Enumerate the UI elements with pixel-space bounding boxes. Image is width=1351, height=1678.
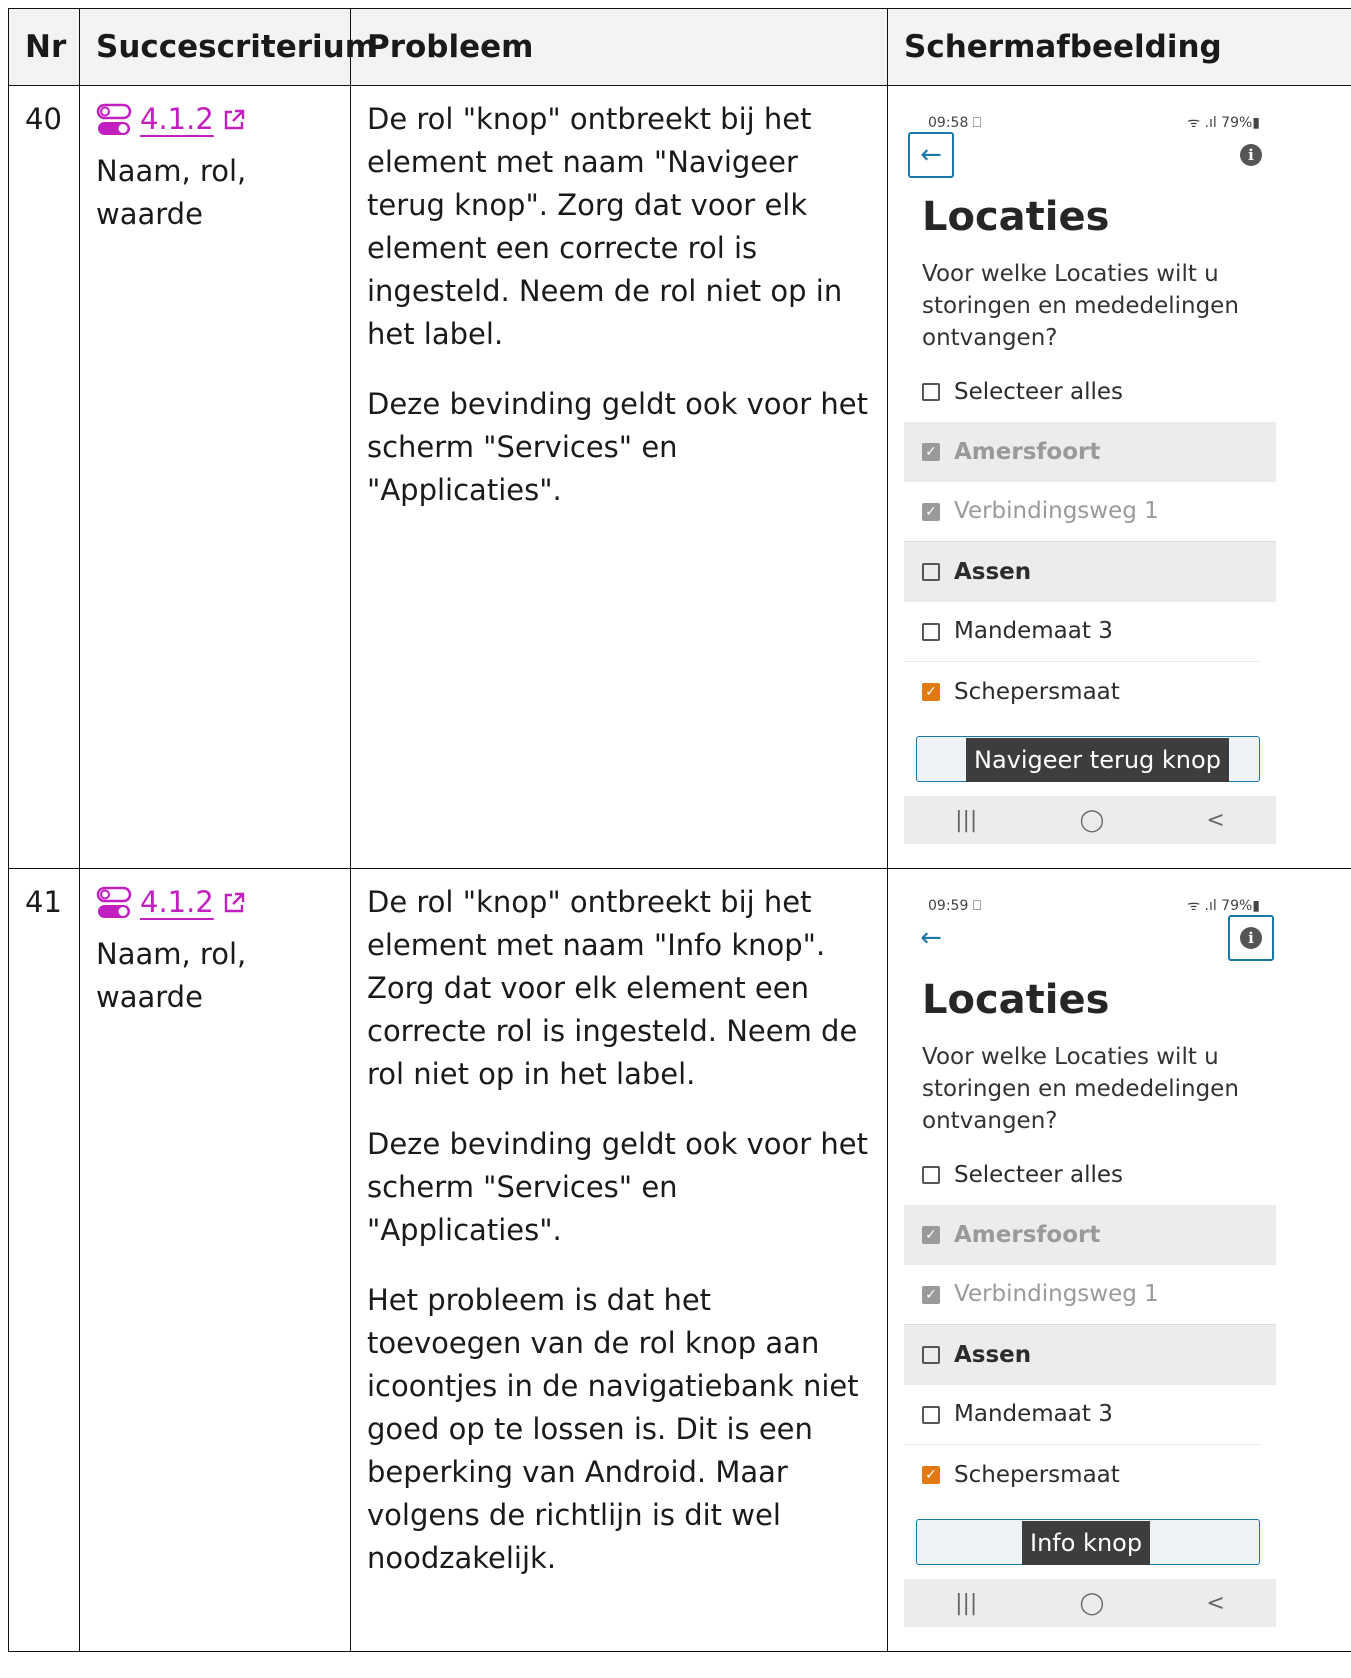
list-item[interactable]: Mandemaat 3	[904, 602, 1262, 662]
phone-description: Voor welke Locaties wilt u storingen en …	[922, 1044, 1239, 1134]
info-icon: i	[1240, 927, 1262, 949]
list-item[interactable]: ✓ Verbindingsweg 1	[904, 482, 1276, 542]
external-link-icon	[224, 109, 244, 129]
table-row: 40 4.1.2 Naam, rol, waarde De rol "knop"…	[8, 85, 1351, 869]
findings-table: Nr Succescriterium Probleem Schermafbeel…	[8, 8, 1351, 1652]
checkbox-checked-icon: ✓	[922, 683, 940, 701]
select-all-checkbox[interactable]: Selecteer alles	[904, 1145, 1276, 1205]
android-nav-bar: ||| ◯ <	[904, 796, 1276, 844]
select-all-label: Selecteer alles	[954, 1161, 1124, 1188]
list-item[interactable]: ✓ Schepersmaat	[904, 662, 1276, 722]
list-item[interactable]: ✓ Schepersmaat	[904, 1445, 1276, 1505]
header-screenshot: Schermafbeelding	[887, 8, 1351, 86]
item-label: Schepersmaat	[954, 678, 1120, 705]
checkbox-icon	[922, 622, 940, 641]
group-assen[interactable]: Assen	[904, 542, 1276, 602]
phone-page-title: Locaties	[922, 194, 1110, 240]
checkbox-icon	[922, 563, 940, 581]
checkbox-checked-icon: ✓	[922, 1226, 940, 1244]
android-nav-bar: ||| ◯ <	[904, 1579, 1276, 1627]
phone-page-title: Locaties	[922, 977, 1110, 1023]
problem-paragraph: Deze bevinding geldt ook voor het scherm…	[367, 387, 868, 507]
info-button[interactable]: i	[1228, 915, 1274, 961]
recents-icon[interactable]: |||	[955, 1582, 977, 1625]
back-icon[interactable]: <	[1206, 799, 1224, 842]
checkbox-checked-icon: ✓	[922, 502, 940, 521]
checkbox-icon	[922, 1346, 940, 1364]
header-nr: Nr	[8, 8, 80, 86]
tooltip: Navigeer terug knop	[966, 738, 1229, 782]
home-icon[interactable]: ◯	[1080, 1582, 1105, 1625]
location-list: Selecteer alles ✓ Amersfoort ✓ Verbindin…	[904, 1145, 1276, 1505]
recents-icon[interactable]: |||	[955, 799, 977, 842]
back-arrow-icon[interactable]: ←	[908, 915, 954, 961]
checkbox-icon	[922, 383, 940, 401]
header-criterion: Succescriterium	[79, 8, 377, 86]
criterion-number: 4.1.2	[140, 102, 214, 136]
criterion-link[interactable]: 4.1.2	[96, 881, 246, 924]
criterion-name: Naam, rol, waarde	[96, 153, 247, 231]
checkbox-checked-icon: ✓	[922, 443, 940, 461]
problem-paragraph: De rol "knop" ontbreekt bij het element …	[367, 885, 858, 1091]
info-button[interactable]: i	[1228, 132, 1274, 178]
problem-paragraph: Deze bevinding geldt ook voor het scherm…	[367, 1127, 868, 1247]
screenshot-cell: 09:59 ⎕ ᯤ .ıl 79%▮ ← i Locaties Voor wel…	[887, 868, 1351, 1652]
info-icon: i	[1240, 144, 1262, 166]
back-arrow-icon[interactable]: ←	[908, 132, 954, 178]
item-label: Verbindingsweg 1	[954, 1281, 1159, 1307]
home-icon[interactable]: ◯	[1080, 799, 1105, 842]
item-label: Verbindingsweg 1	[954, 498, 1159, 524]
problem-cell: De rol "knop" ontbreekt bij het element …	[350, 868, 888, 1652]
checkbox-checked-icon: ✓	[922, 1466, 940, 1484]
problem-cell: De rol "knop" ontbreekt bij het element …	[350, 85, 888, 869]
toggle-icon	[96, 886, 132, 918]
group-label: Assen	[954, 558, 1032, 585]
problem-paragraph: De rol "knop" ontbreekt bij het element …	[367, 102, 843, 351]
checkbox-checked-icon: ✓	[922, 1285, 940, 1304]
list-item[interactable]: ✓ Verbindingsweg 1	[904, 1265, 1276, 1325]
group-assen[interactable]: Assen	[904, 1325, 1276, 1385]
item-label: Mandemaat 3	[954, 618, 1113, 644]
row-nr: 40	[8, 85, 80, 869]
back-icon[interactable]: <	[1206, 1582, 1224, 1625]
criterion-name: Naam, rol, waarde	[96, 936, 247, 1014]
table-header-row: Nr Succescriterium Probleem Schermafbeel…	[8, 8, 1351, 86]
external-link-icon	[224, 892, 244, 912]
group-label: Assen	[954, 1341, 1032, 1368]
checkbox-icon	[922, 1166, 940, 1184]
select-all-checkbox[interactable]: Selecteer alles	[904, 362, 1276, 422]
criterion-cell: 4.1.2 Naam, rol, waarde	[79, 868, 351, 1652]
group-amersfoort[interactable]: ✓ Amersfoort	[904, 422, 1276, 482]
table-row: 41 4.1.2 Naam, rol, waarde De rol "knop"…	[8, 868, 1351, 1652]
criterion-number: 4.1.2	[140, 885, 214, 919]
group-label: Amersfoort	[954, 438, 1101, 465]
item-label: Mandemaat 3	[954, 1401, 1113, 1427]
problem-paragraph: Het probleem is dat het toevoegen van de…	[367, 1283, 859, 1575]
tooltip: Info knop	[1022, 1521, 1151, 1565]
checkbox-icon	[922, 1405, 940, 1424]
toggle-icon	[96, 103, 132, 135]
phone-screenshot: 09:58 ⎕ ᯤ .ıl 79%▮ ← i Locaties Voor wel…	[904, 98, 1276, 856]
group-label: Amersfoort	[954, 1221, 1101, 1248]
status-bar: 09:58 ⎕ ᯤ .ıl 79%▮	[904, 102, 1276, 131]
location-list: Selecteer alles ✓ Amersfoort ✓ Verbindin…	[904, 362, 1276, 722]
status-bar: 09:59 ⎕ ᯤ .ıl 79%▮	[904, 885, 1276, 914]
group-amersfoort[interactable]: ✓ Amersfoort	[904, 1205, 1276, 1265]
phone-description: Voor welke Locaties wilt u storingen en …	[922, 261, 1239, 351]
screenshot-cell: 09:58 ⎕ ᯤ .ıl 79%▮ ← i Locaties Voor wel…	[887, 85, 1351, 869]
select-all-label: Selecteer alles	[954, 378, 1124, 405]
item-label: Schepersmaat	[954, 1461, 1120, 1488]
criterion-cell: 4.1.2 Naam, rol, waarde	[79, 85, 351, 869]
phone-screenshot: 09:59 ⎕ ᯤ .ıl 79%▮ ← i Locaties Voor wel…	[904, 881, 1276, 1639]
header-problem: Probleem	[350, 8, 888, 86]
list-item[interactable]: Mandemaat 3	[904, 1385, 1262, 1445]
row-nr: 41	[8, 868, 80, 1652]
criterion-link[interactable]: 4.1.2	[96, 98, 246, 141]
